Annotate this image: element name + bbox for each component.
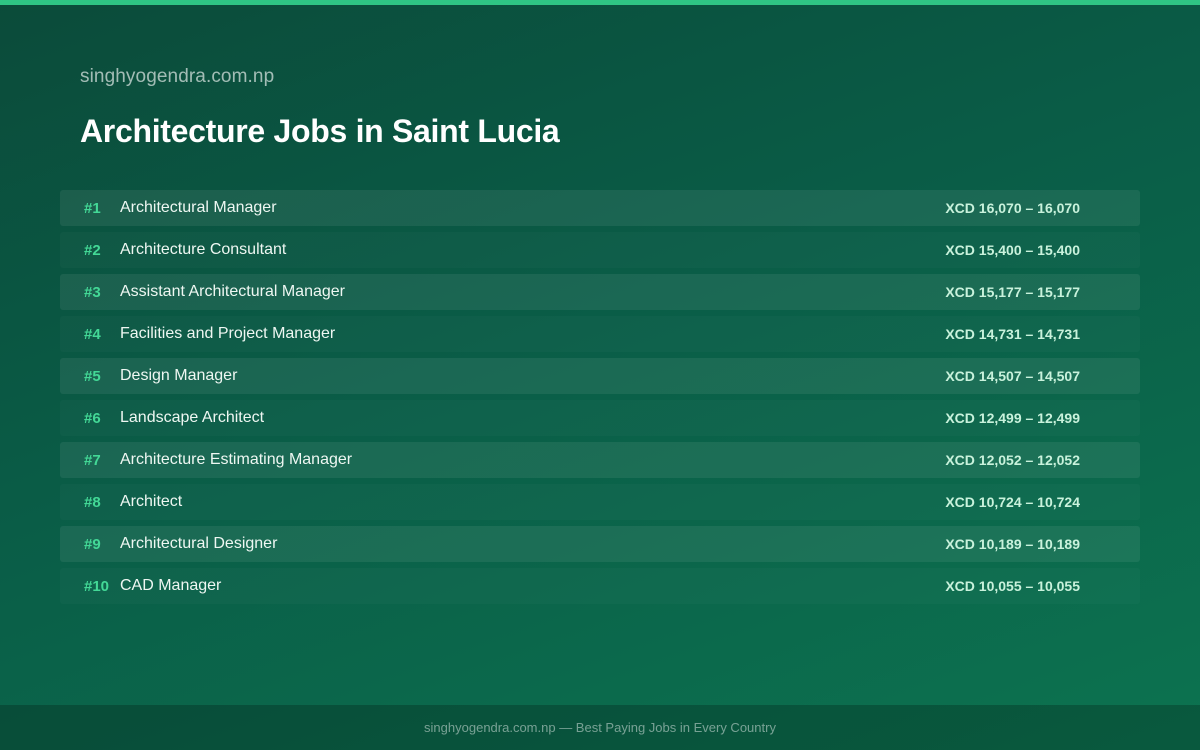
job-row: #6 Landscape Architect XCD 12,499 – 12,4… (60, 400, 1140, 436)
job-row: #2 Architecture Consultant XCD 15,400 – … (60, 232, 1140, 268)
job-rank: #9 (84, 535, 101, 553)
job-title: Architectural Designer (120, 535, 278, 552)
site-name: singhyogendra.com.np (80, 66, 275, 87)
page-title: Architecture Jobs in Saint Lucia (80, 113, 560, 149)
job-title: CAD Manager (120, 577, 222, 594)
top-accent-bar (0, 0, 1200, 5)
job-salary: XCD 16,070 – 16,070 (945, 200, 1080, 216)
job-rank: #3 (84, 283, 101, 301)
job-salary: XCD 12,052 – 12,052 (945, 452, 1080, 468)
job-list: #1 Architectural Manager XCD 16,070 – 16… (60, 190, 1140, 610)
job-title: Landscape Architect (120, 409, 265, 426)
job-title: Assistant Architectural Manager (120, 283, 345, 300)
job-salary: XCD 14,507 – 14,507 (945, 368, 1080, 384)
job-salary: XCD 10,724 – 10,724 (945, 494, 1080, 510)
job-salary: XCD 10,189 – 10,189 (945, 536, 1080, 552)
footer-text: singhyogendra.com.np — Best Paying Jobs … (424, 720, 776, 735)
job-title: Design Manager (120, 367, 238, 384)
job-title: Facilities and Project Manager (120, 325, 336, 342)
job-title: Architecture Consultant (120, 241, 287, 258)
job-title: Architecture Estimating Manager (120, 451, 353, 468)
job-title: Architect (120, 493, 183, 510)
job-row: #3 Assistant Architectural Manager XCD 1… (60, 274, 1140, 310)
job-row: #7 Architecture Estimating Manager XCD 1… (60, 442, 1140, 478)
job-salary: XCD 15,177 – 15,177 (945, 284, 1080, 300)
job-rank: #2 (84, 241, 101, 259)
job-row: #9 Architectural Designer XCD 10,189 – 1… (60, 526, 1140, 562)
job-title: Architectural Manager (120, 199, 277, 216)
job-row: #4 Facilities and Project Manager XCD 14… (60, 316, 1140, 352)
job-row: #10 CAD Manager XCD 10,055 – 10,055 (60, 568, 1140, 604)
job-row: #5 Design Manager XCD 14,507 – 14,507 (60, 358, 1140, 394)
job-salary: XCD 14,731 – 14,731 (945, 326, 1080, 342)
job-rank: #4 (84, 325, 101, 343)
job-rank: #7 (84, 451, 101, 469)
job-salary: XCD 15,400 – 15,400 (945, 242, 1080, 258)
job-row: #1 Architectural Manager XCD 16,070 – 16… (60, 190, 1140, 226)
job-rank: #8 (84, 493, 101, 511)
job-salary: XCD 12,499 – 12,499 (945, 410, 1080, 426)
job-rank: #1 (84, 199, 101, 217)
footer: singhyogendra.com.np — Best Paying Jobs … (0, 705, 1200, 750)
job-row: #8 Architect XCD 10,724 – 10,724 (60, 484, 1140, 520)
job-rank: #10 (84, 577, 110, 595)
job-rank: #5 (84, 367, 101, 385)
job-salary: XCD 10,055 – 10,055 (945, 578, 1080, 594)
job-rank: #6 (84, 409, 101, 427)
